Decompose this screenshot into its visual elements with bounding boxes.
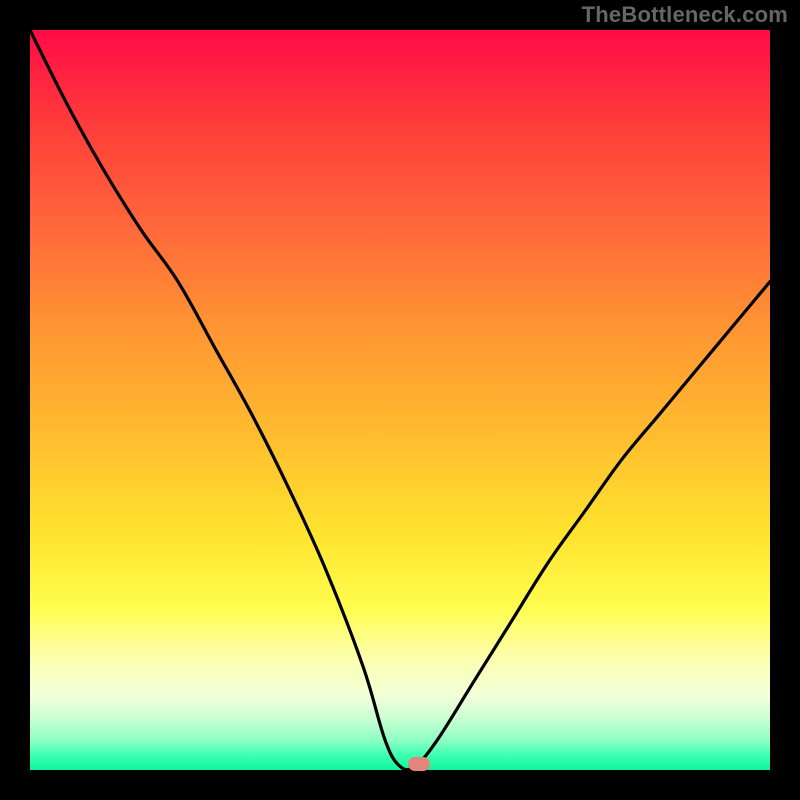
watermark-text: TheBottleneck.com — [582, 2, 788, 28]
bottleneck-curve — [30, 30, 770, 770]
chart-frame: TheBottleneck.com — [0, 0, 800, 800]
plot-area — [30, 30, 770, 770]
bottleneck-marker — [408, 757, 430, 771]
